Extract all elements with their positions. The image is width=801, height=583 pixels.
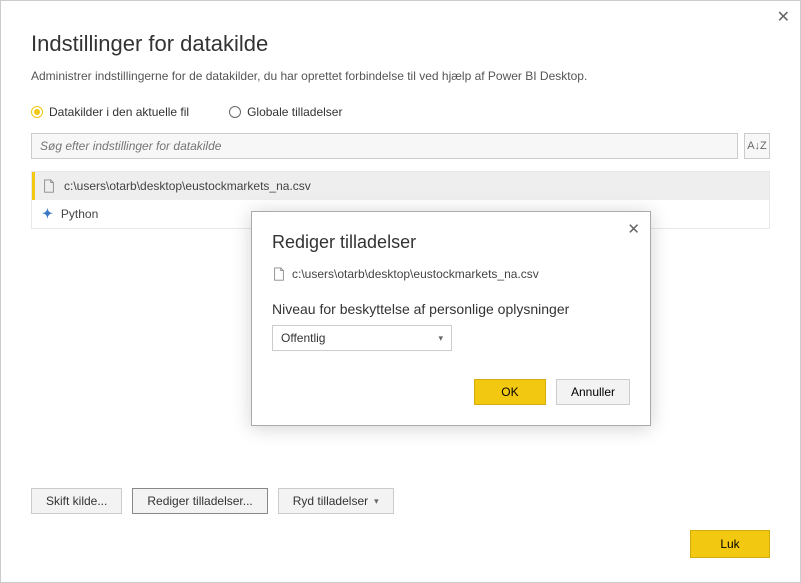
button-label: Ryd tilladelser (293, 494, 368, 508)
page-title: Indstillinger for datakilde (31, 31, 770, 57)
change-source-button[interactable]: Skift kilde... (31, 488, 122, 514)
list-item-label: c:\users\otarb\desktop\eustockmarkets_na… (64, 179, 311, 193)
chevron-down-icon: ▾ (374, 496, 379, 507)
edit-permissions-dialog: ✕ Rediger tilladelser c:\users\otarb\des… (251, 211, 651, 426)
close-button[interactable]: Luk (690, 530, 770, 558)
privacy-level-select[interactable]: Offentlig ▾ (272, 325, 452, 351)
select-value: Offentlig (281, 331, 325, 345)
python-icon: ✦ (42, 206, 53, 222)
clear-permissions-button[interactable]: Ryd tilladelser ▾ (278, 488, 394, 514)
edit-permissions-button[interactable]: Rediger tilladelser... (132, 488, 267, 514)
page-subtitle: Administrer indstillingerne for de datak… (31, 69, 770, 83)
radio-dot-icon (31, 106, 43, 118)
chevron-down-icon: ▾ (438, 333, 443, 344)
dialog-path: c:\users\otarb\desktop\eustockmarkets_na… (292, 267, 539, 281)
file-icon (272, 267, 286, 281)
file-icon (42, 179, 56, 193)
radio-label: Globale tilladelser (247, 105, 342, 119)
cancel-button[interactable]: Annuller (556, 379, 630, 405)
radio-current-file[interactable]: Datakilder i den aktuelle fil (31, 105, 189, 119)
sort-az-icon: A↓Z (747, 140, 767, 152)
close-icon[interactable]: ✕ (777, 7, 790, 27)
privacy-level-label: Niveau for beskyttelse af personlige opl… (272, 301, 630, 317)
dialog-title: Rediger tilladelser (272, 232, 630, 253)
list-item-label: Python (61, 207, 98, 221)
search-input[interactable] (31, 133, 738, 159)
sort-button[interactable]: A↓Z (744, 133, 770, 159)
close-icon[interactable]: ✕ (627, 220, 640, 238)
radio-label: Datakilder i den aktuelle fil (49, 105, 189, 119)
list-item[interactable]: c:\users\otarb\desktop\eustockmarkets_na… (32, 172, 769, 200)
radio-global-permissions[interactable]: Globale tilladelser (229, 105, 342, 119)
radio-dot-icon (229, 106, 241, 118)
ok-button[interactable]: OK (474, 379, 546, 405)
scope-radio-group: Datakilder i den aktuelle fil Globale ti… (31, 105, 770, 119)
